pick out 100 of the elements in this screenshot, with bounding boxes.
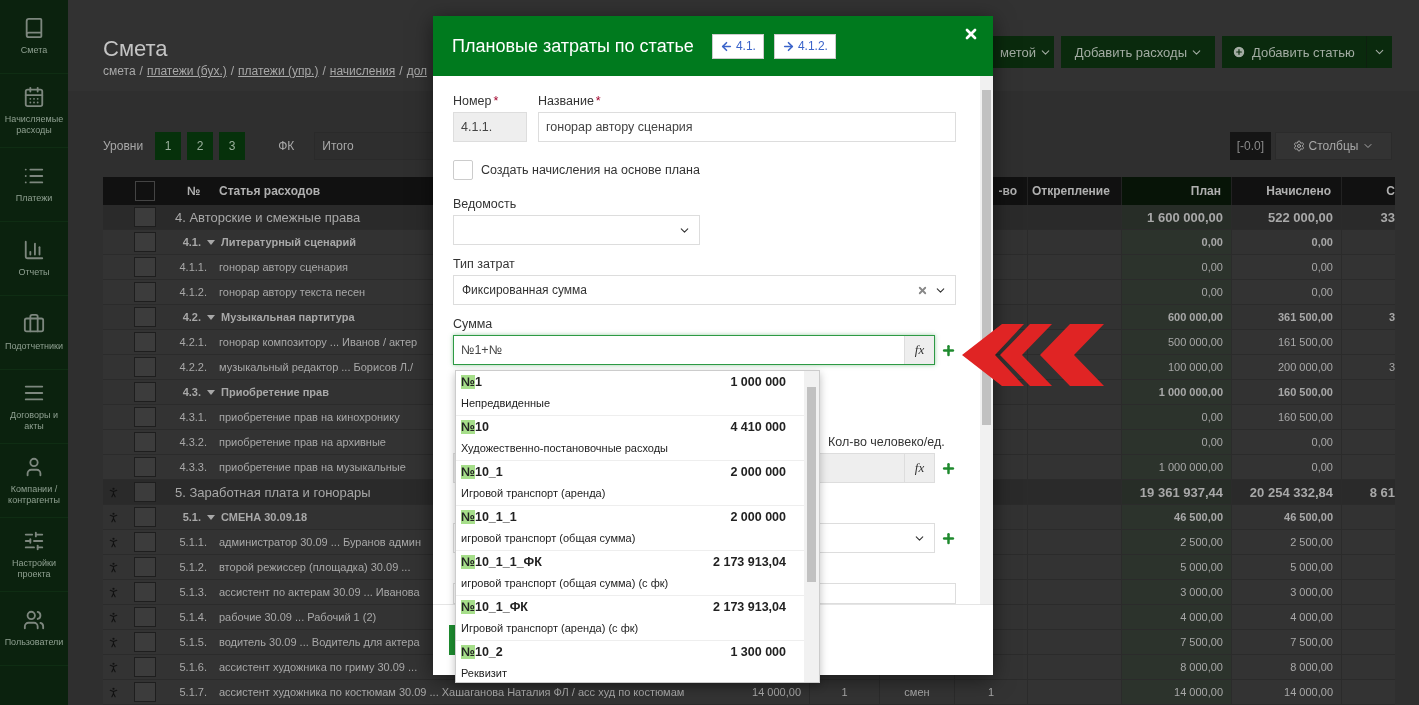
row-checkbox[interactable]	[134, 382, 156, 402]
person-icon	[107, 510, 120, 524]
row-checkbox[interactable]	[134, 282, 156, 302]
sidebar-item[interactable]: Отчеты	[0, 222, 68, 296]
plan-cell: 0,00	[1122, 430, 1232, 454]
row-checkbox[interactable]	[134, 682, 156, 702]
unit-cell: смен	[904, 686, 930, 698]
row-checkbox[interactable]	[134, 407, 156, 427]
level-button[interactable]: 1	[155, 132, 182, 161]
accrued-cell: 0,00	[1311, 236, 1333, 248]
level-button[interactable]: 2	[187, 132, 214, 161]
suggestion-item[interactable]: №10_1_1 2 000 000 игровой транспорт (общая сумма)	[456, 506, 804, 551]
sidebar-item[interactable]: Настройки проекта	[0, 518, 68, 592]
row-checkbox[interactable]	[134, 357, 156, 377]
suggestion-code: 1	[474, 375, 482, 389]
scrollbar[interactable]	[804, 371, 819, 682]
caret-icon[interactable]	[207, 314, 215, 320]
add-icon[interactable]	[941, 460, 956, 476]
row-checkbox[interactable]	[134, 457, 156, 477]
caret-icon[interactable]	[207, 514, 215, 520]
select-all-checkbox[interactable]	[135, 181, 155, 201]
row-checkbox[interactable]	[134, 232, 156, 252]
row-checkbox[interactable]	[134, 582, 156, 602]
accrued-cell: 8 000,00	[1290, 661, 1333, 673]
calendar-icon	[23, 86, 45, 109]
match-highlight: №	[461, 420, 475, 434]
sidebar-label: Начисляемые расходы	[3, 114, 65, 135]
plan-cell: 500 000,00	[1122, 330, 1232, 354]
accrued-cell: 522 000,00	[1267, 209, 1333, 225]
name-field[interactable]: гонорар автору сценария	[538, 112, 956, 142]
sidebar-item[interactable]: Договоры и акты	[0, 370, 68, 444]
checkbox[interactable]	[453, 160, 473, 180]
row-checkbox[interactable]	[134, 307, 156, 327]
breadcrumb-link[interactable]: начисления	[329, 64, 396, 78]
row-checkbox[interactable]	[134, 207, 156, 227]
breadcrumb-separator: /	[399, 64, 403, 78]
row-number: 4.3.3.	[179, 461, 207, 473]
row-checkbox[interactable]	[134, 332, 156, 352]
sum-field[interactable]: №1+№ fx	[453, 335, 935, 365]
suggestion-item[interactable]: №10_1_1_ФК 2 173 913,04 игровой транспорт (общая сумма) (с фк)	[456, 551, 804, 596]
row-checkbox[interactable]	[134, 257, 156, 277]
cost-type-select[interactable]: Фиксированная сумма	[453, 275, 956, 305]
sidebar-item[interactable]: Компании / контрагенты	[0, 444, 68, 518]
plan-cell: 4 000,00	[1122, 605, 1232, 629]
row-number: 4.3.2.	[179, 436, 207, 448]
checkbox-label: Создать начисления на основе плана	[481, 163, 700, 177]
row-checkbox[interactable]	[134, 432, 156, 452]
statement-select[interactable]	[453, 215, 700, 245]
add-icon[interactable]	[941, 530, 956, 546]
suggestion-item[interactable]: №10 4 410 000 Художественно-постановочные расходы	[456, 416, 804, 461]
row-number: 4.3.	[182, 386, 201, 398]
breadcrumb-link[interactable]: дол	[406, 64, 428, 78]
row-checkbox[interactable]	[134, 557, 156, 577]
arrow-left-icon	[719, 39, 733, 53]
columns-button[interactable]: Столбцы	[1275, 132, 1392, 161]
row-checkbox[interactable]	[134, 482, 156, 502]
suggestion-item[interactable]: №10_1_ФК 2 173 913,04 Игровой транспорт (аренда) (с фк)	[456, 596, 804, 641]
breadcrumb-link[interactable]: платежи (бух.)	[146, 64, 227, 78]
row-number: 4.2.1.	[179, 336, 207, 348]
formula-button[interactable]: fx	[904, 336, 934, 364]
sidebar-item[interactable]: Подотчетники	[0, 296, 68, 370]
match-highlight: №	[461, 465, 475, 479]
suggestion-item[interactable]: №10_1 2 000 000 Игровой транспорт (аренда)	[456, 461, 804, 506]
suggestion-name: игровой транспорт (общая сумма)	[461, 532, 637, 544]
suggestion-code: 10_1	[474, 465, 503, 479]
accrued-cell: 0,00	[1311, 436, 1333, 448]
breadcrumb-link[interactable]: платежи (упр.)	[238, 64, 319, 78]
suggestion-amount: 2 000 000	[730, 510, 786, 524]
accrued-cell: 161 500,00	[1277, 336, 1333, 348]
sidebar-item[interactable]: Пользователи	[0, 592, 68, 666]
group-name: 4. Авторские и смежные права	[175, 209, 361, 225]
caret-icon[interactable]	[207, 239, 215, 245]
clear-icon[interactable]	[917, 284, 928, 296]
amount-cell: 8 61	[1369, 484, 1395, 500]
accrued-cell: 7 500,00	[1290, 636, 1333, 648]
precision-button[interactable]: [-0.0]	[1229, 132, 1271, 161]
scrollbar-thumb[interactable]	[807, 387, 816, 582]
level-button[interactable]: 3	[219, 132, 246, 161]
row-checkbox[interactable]	[134, 632, 156, 652]
caret-icon[interactable]	[207, 389, 215, 395]
person-icon	[107, 635, 120, 649]
sidebar-item[interactable]: Начисляемые расходы	[0, 74, 68, 148]
sidebar-item[interactable]: Платежи	[0, 148, 68, 222]
suggestion-code: 10_1_1_ФК	[474, 555, 542, 569]
suggestion-item[interactable]: №1 1 000 000 Непредвиденные	[456, 371, 804, 416]
close-icon[interactable]	[963, 26, 979, 42]
dropdown-button[interactable]: Добавить расходы	[1061, 36, 1215, 68]
row-checkbox[interactable]	[134, 657, 156, 677]
previous-item-button[interactable]: 4.1.	[711, 33, 764, 59]
row-number: 4.2.2.	[179, 361, 207, 373]
next-item-button[interactable]: 4.1.2.	[773, 33, 836, 59]
add-icon[interactable]	[941, 342, 956, 358]
name-label: Название *	[538, 94, 602, 108]
scrollbar[interactable]	[980, 76, 993, 604]
row-checkbox[interactable]	[134, 607, 156, 627]
row-checkbox[interactable]	[134, 532, 156, 552]
fk-label: ФК	[278, 139, 295, 154]
suggestion-amount: 2 173 913,04	[713, 600, 786, 614]
row-checkbox[interactable]	[134, 507, 156, 527]
group-name: 5. Заработная плата и гонорары	[175, 484, 371, 500]
